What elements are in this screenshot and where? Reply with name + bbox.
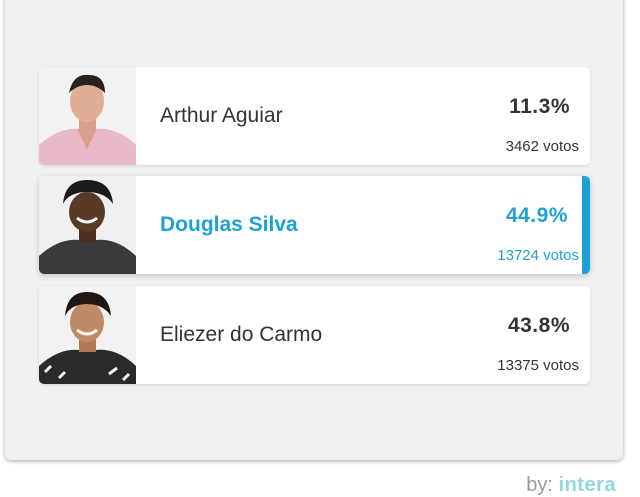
candidate-name: Douglas Silva [160,176,298,274]
person-photo-icon [39,176,136,274]
candidate-percent: 43.8% [508,314,570,338]
candidate-percent: 11.3% [509,95,570,119]
candidate-name: Arthur Aguiar [160,67,283,165]
candidate-votes: 3462 votos [506,138,579,155]
candidate-card-eliezer-do-carmo[interactable]: Eliezer do Carmo 43.8% 13375 votos [39,286,590,384]
person-photo-icon [39,286,136,384]
candidate-name: Eliezer do Carmo [160,286,322,384]
person-photo-icon [39,67,136,165]
candidate-votes: 13375 votos [497,357,579,374]
candidate-votes: 13724 votos [497,247,579,264]
candidate-card-arthur-aguiar[interactable]: Arthur Aguiar 11.3% 3462 votos [39,67,590,165]
candidate-card-douglas-silva[interactable]: Douglas Silva 44.9% 13724 votos [39,176,590,274]
candidate-percent: 44.9% [506,204,568,228]
selected-indicator [582,176,590,274]
brand-credit[interactable]: by: intera [526,474,616,497]
